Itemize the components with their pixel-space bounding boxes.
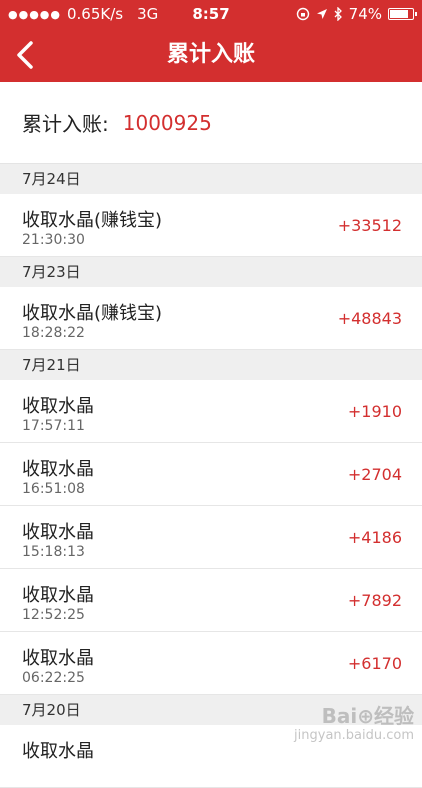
item-time: 12:52:25 [22, 607, 85, 623]
list-item[interactable]: 收取水晶 12:52:25 +7892 [0, 569, 422, 632]
watermark-url: jingyan.baidu.com [294, 728, 414, 744]
network-type: 3G [137, 5, 158, 23]
income-list: 7月24日 收取水晶(赚钱宝) 21:30:30 +33512 7月23日 收取… [0, 164, 422, 788]
bluetooth-icon [334, 7, 343, 21]
battery-icon [388, 8, 414, 20]
signal-strength-icon: ●●●●● [8, 8, 61, 21]
item-amount: +48843 [338, 309, 402, 328]
watermark: Bai⊕经验 jingyan.baidu.com [294, 704, 414, 744]
back-button[interactable] [8, 38, 42, 72]
item-title: 收取水晶 [22, 455, 94, 481]
total-income-value: 1000925 [123, 111, 212, 135]
page-title: 累计入账 [0, 28, 422, 82]
item-amount: +7892 [348, 591, 402, 610]
list-item[interactable]: 收取水晶 15:18:13 +4186 [0, 506, 422, 569]
total-income-label: 累计入账: [22, 108, 109, 137]
list-item[interactable]: 收取水晶(赚钱宝) 21:30:30 +33512 [0, 194, 422, 257]
date-header: 7月21日 [0, 350, 422, 380]
item-title: 收取水晶 [22, 737, 94, 763]
item-time: 06:22:25 [22, 670, 85, 686]
location-arrow-icon [316, 8, 328, 20]
item-amount: +1910 [348, 402, 402, 421]
chevron-left-icon [15, 40, 35, 70]
item-amount: +33512 [338, 216, 402, 235]
date-header: 7月24日 [0, 164, 422, 194]
item-amount: +6170 [348, 654, 402, 673]
nav-bar: 累计入账 [0, 28, 422, 82]
item-title: 收取水晶 [22, 644, 94, 670]
list-item[interactable]: 收取水晶(赚钱宝) 18:28:22 +48843 [0, 287, 422, 350]
battery-percent: 74% [349, 5, 382, 23]
item-title: 收取水晶 [22, 581, 94, 607]
item-amount: +2704 [348, 465, 402, 484]
item-time: 17:57:11 [22, 418, 85, 434]
status-right: 74% [296, 5, 414, 23]
watermark-logo: Bai⊕经验 [294, 704, 414, 728]
list-item[interactable]: 收取水晶 06:22:25 +6170 [0, 632, 422, 695]
item-time: 21:30:30 [22, 232, 85, 248]
total-income-summary: 累计入账: 1000925 [0, 82, 422, 164]
list-item[interactable]: 收取水晶 16:51:08 +2704 [0, 443, 422, 506]
network-speed: 0.65K/s [67, 5, 123, 23]
item-amount: +4186 [348, 528, 402, 547]
date-header: 7月23日 [0, 257, 422, 287]
item-title: 收取水晶 [22, 518, 94, 544]
rotation-lock-icon [296, 7, 310, 21]
item-time: 15:18:13 [22, 544, 85, 560]
item-title: 收取水晶(赚钱宝) [22, 299, 162, 325]
item-title: 收取水晶 [22, 392, 94, 418]
status-bar: ●●●●● 0.65K/s 3G 8:57 74% [0, 0, 422, 28]
item-time: 16:51:08 [22, 481, 85, 497]
status-left: ●●●●● 0.65K/s 3G [8, 5, 296, 23]
list-item[interactable]: 收取水晶 17:57:11 +1910 [0, 380, 422, 443]
item-time: 18:28:22 [22, 325, 85, 341]
item-title: 收取水晶(赚钱宝) [22, 206, 162, 232]
